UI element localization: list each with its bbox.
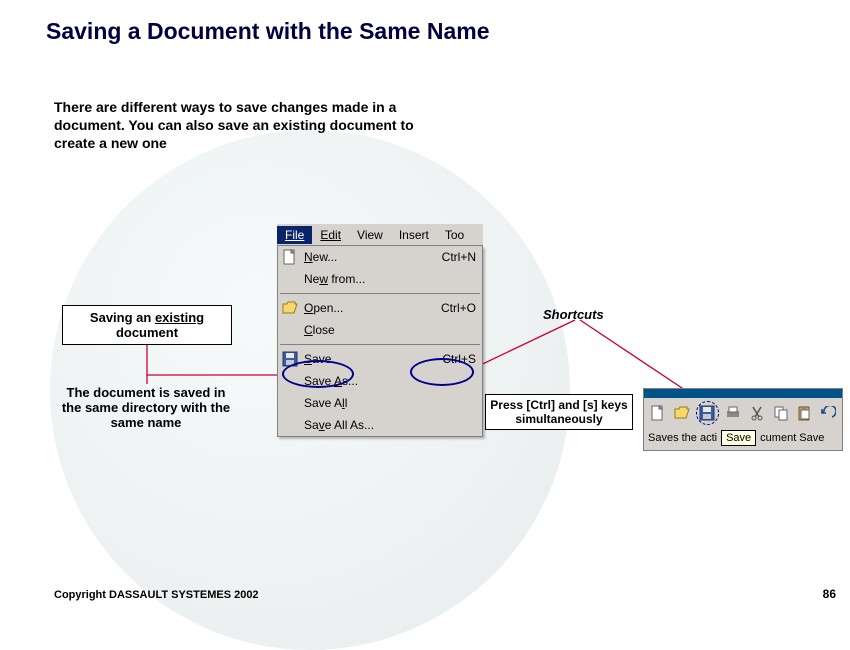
toolbar-row xyxy=(644,398,842,428)
annotation-saving-existing: Saving an existing document xyxy=(62,305,232,345)
annotation-press-ctrl-s: Press [Ctrl] and [s] keys simultaneously xyxy=(485,394,633,430)
open-folder-icon xyxy=(280,299,300,317)
intro-text: There are different ways to save changes… xyxy=(54,98,424,153)
menubar-tools[interactable]: Too xyxy=(437,226,472,244)
annotation-same-directory: The document is saved in the same direct… xyxy=(56,385,236,430)
menu-item-open[interactable]: Open... Ctrl+O xyxy=(278,297,482,319)
file-dropdown: New... Ctrl+N New from... Open... Ctrl+O… xyxy=(277,246,483,437)
copyright: Copyright DASSAULT SYSTEMES 2002 xyxy=(54,589,259,601)
menu-item-save-all-as[interactable]: Save All As... xyxy=(278,414,482,436)
menu-item-new[interactable]: New... Ctrl+N xyxy=(278,246,482,268)
print-icon[interactable] xyxy=(723,403,743,423)
menubar-file[interactable]: File xyxy=(277,226,312,244)
undo-icon[interactable] xyxy=(818,403,838,423)
menu-item-save[interactable]: Save Ctrl+S xyxy=(278,348,482,370)
toolbar-titlebar xyxy=(644,389,842,398)
save-floppy-icon[interactable] xyxy=(696,401,720,425)
new-doc-icon xyxy=(280,248,300,266)
menu-item-save-all[interactable]: Save All xyxy=(278,392,482,414)
tooltip-box-save: Save xyxy=(721,430,756,446)
new-doc-icon[interactable] xyxy=(648,403,668,423)
cut-icon[interactable] xyxy=(747,403,767,423)
tooltip-text-post: cument Save xyxy=(760,432,824,444)
page-number: 86 xyxy=(823,587,836,601)
menubar-view[interactable]: View xyxy=(349,226,391,244)
menubar-edit[interactable]: Edit xyxy=(312,226,349,244)
page-title: Saving a Document with the Same Name xyxy=(46,18,490,45)
toolbar-tooltip-row: Saves the acti Save cument Save xyxy=(644,428,842,450)
menu-item-close[interactable]: Close xyxy=(278,319,482,341)
shortcuts-label: Shortcuts xyxy=(543,307,604,322)
menubar: File Edit View Insert Too xyxy=(277,224,483,246)
menu-item-save-as[interactable]: Save As... xyxy=(278,370,482,392)
open-folder-icon[interactable] xyxy=(672,403,692,423)
tooltip-text-pre: Saves the acti xyxy=(648,432,717,444)
menubar-insert[interactable]: Insert xyxy=(391,226,437,244)
paste-icon[interactable] xyxy=(794,403,814,423)
menu-separator xyxy=(280,344,480,345)
file-menu-panel: File Edit View Insert Too New... Ctrl+N … xyxy=(277,224,483,437)
toolbar-strip: Saves the acti Save cument Save xyxy=(643,388,843,451)
copy-icon[interactable] xyxy=(771,403,791,423)
save-floppy-icon xyxy=(280,350,300,368)
menu-separator xyxy=(280,293,480,294)
menu-item-new-from[interactable]: New from... xyxy=(278,268,482,290)
